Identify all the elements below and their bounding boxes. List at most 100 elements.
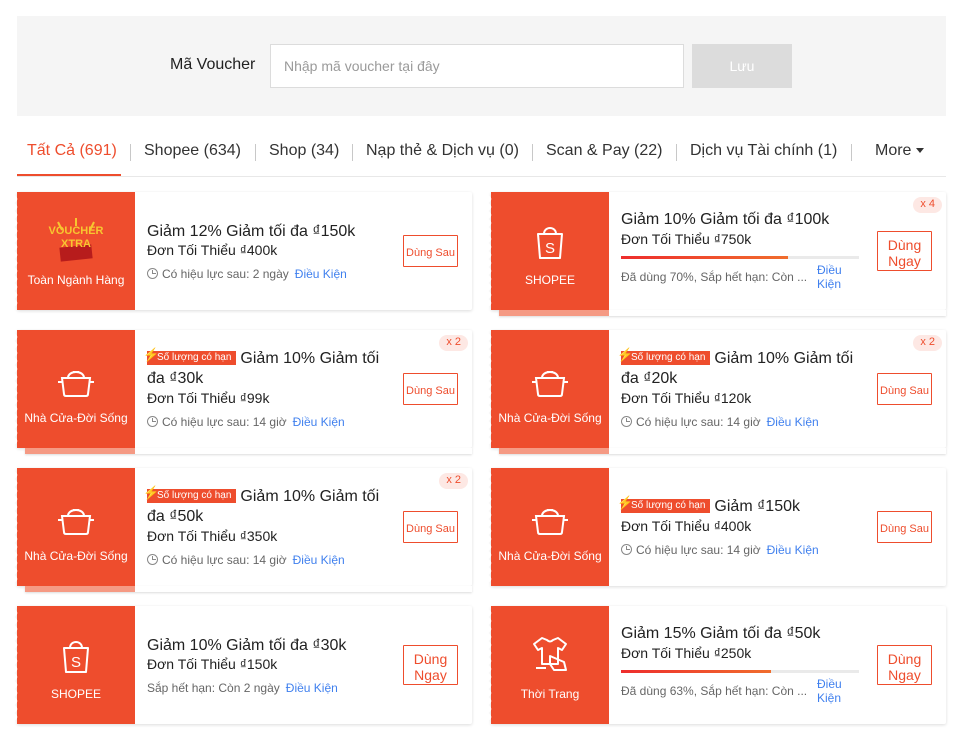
tab-financial-services[interactable]: Dịch vụ Tài chính (1) (690, 142, 837, 160)
tab-divider (851, 144, 852, 161)
voucher-code-bar: Mã Voucher Lưu (17, 16, 946, 116)
voucher-title: ⚡ Số lượng có hạn Giảm 10% Giảm tối đa ₫50… (143, 486, 392, 527)
use-later-button[interactable]: Dùng Sau (403, 235, 458, 267)
use-now-button[interactable]: Dùng Ngay (403, 645, 458, 685)
voucher-stack-edge (25, 448, 472, 454)
tab-divider (352, 144, 353, 161)
usage-progress-bar (621, 670, 859, 673)
tab-more[interactable]: More (875, 142, 925, 160)
use-later-button[interactable]: Dùng Sau (403, 511, 458, 543)
voucher-category-panel: Nhà Cửa-Đời Sống (14, 330, 135, 448)
terms-link[interactable]: Điều Kiện (293, 553, 345, 567)
voucher-meta: Sắp hết hạn: Còn 2 ngày Điều Kiện (147, 681, 338, 695)
terms-link[interactable]: Điều Kiện (767, 543, 819, 557)
voucher-card: Nhà Cửa-Đời Sống ⚡ Số lượng có hạn Giảm 10… (14, 330, 472, 454)
voucher-code-label: Mã Voucher (170, 56, 256, 73)
tab-divider (130, 144, 131, 161)
svg-text:S: S (71, 654, 81, 671)
tab-more-label: More (875, 142, 912, 159)
tab-divider (532, 144, 533, 161)
voucher-quantity-badge: x 2 (439, 335, 468, 351)
voucher-title: ⚡ Số lượng có hạn Giảm ₫150k (617, 496, 866, 517)
terms-link[interactable]: Điều Kiện (286, 681, 338, 695)
use-later-button[interactable]: Dùng Sau (877, 511, 932, 543)
clock-icon (147, 268, 158, 279)
voucher-meta: Có hiệu lực sau: 2 ngày Điều Kiện (147, 267, 347, 281)
voucher-card: VOUCHER XTRA Toàn Ngành Hàng Giảm 12% Gi… (14, 192, 472, 310)
lightning-icon: ⚡ (617, 347, 634, 362)
tab-shopee[interactable]: Shopee (634) (144, 142, 241, 160)
voucher-card: S SHOPEE Giảm 10% Giảm tối đa ₫100k Đơn … (488, 192, 946, 316)
svg-text:S: S (545, 240, 555, 257)
voucher-title: Giảm 15% Giảm tối đa ₫50k (621, 625, 821, 642)
voucher-code-input[interactable] (270, 44, 684, 88)
voucher-body: ⚡ Số lượng có hạn Giảm ₫150k Đơn Tối Thiểu… (617, 468, 861, 586)
limited-quantity-label: Số lượng có hạn (631, 500, 706, 511)
voucher-title-text: Giảm ₫150k (714, 498, 800, 515)
tab-topup-services[interactable]: Nạp thẻ & Dịch vụ (0) (366, 142, 519, 160)
clock-icon (621, 544, 632, 555)
limited-quantity-label: Số lượng có hạn (631, 352, 706, 363)
terms-link[interactable]: Điều Kiện (767, 415, 819, 429)
tab-divider (676, 144, 677, 161)
voucher-title: Giảm 12% Giảm tối đa ₫150k (147, 223, 356, 240)
voucher-validity: Sắp hết hạn: Còn 2 ngày (147, 681, 280, 695)
voucher-card: Nhà Cửa-Đời Sống ⚡ Số lượng có hạn Giảm 10… (488, 330, 946, 454)
tab-scan-pay[interactable]: Scan & Pay (22) (546, 142, 663, 160)
terms-link[interactable]: Điều Kiện (295, 267, 347, 281)
voucher-meta: Có hiệu lực sau: 14 giờ Điều Kiện (147, 553, 345, 567)
voucher-category-panel: Thời Trang (488, 606, 609, 724)
voucher-category-panel: S SHOPEE (488, 192, 609, 310)
voucher-xtra-logo-text: VOUCHER XTRA (48, 225, 104, 250)
voucher-category-label: Nhà Cửa-Đời Sống (24, 549, 128, 563)
voucher-min-spend: Đơn Tối Thiểu ₫400k (621, 518, 752, 534)
voucher-category-label: Toàn Ngành Hàng (27, 273, 125, 287)
voucher-category-panel: VOUCHER XTRA Toàn Ngành Hàng (14, 192, 135, 310)
use-now-button[interactable]: Dùng Ngay (877, 231, 932, 271)
voucher-quantity-badge: x 2 (439, 473, 468, 489)
voucher-validity: Có hiệu lực sau: 14 giờ (636, 415, 761, 429)
voucher-category-label: SHOPEE (524, 273, 575, 287)
voucher-category-panel: S SHOPEE (14, 606, 135, 724)
voucher-min-spend: Đơn Tối Thiểu ₫350k (147, 528, 278, 544)
voucher-stack-edge (499, 448, 946, 454)
usage-progress-fill (621, 670, 771, 673)
limited-quantity-label: Số lượng có hạn (157, 490, 232, 501)
terms-link[interactable]: Điều Kiện (817, 677, 847, 705)
voucher-quantity-badge: x 4 (913, 197, 942, 213)
voucher-category-panel: Nhà Cửa-Đời Sống (14, 468, 135, 586)
voucher-category-panel: Nhà Cửa-Đời Sống (488, 330, 609, 448)
voucher-validity: Có hiệu lực sau: 14 giờ (636, 543, 761, 557)
shopee-bag-icon: S (63, 641, 89, 673)
voucher-usage: Đã dùng 70%, Sắp hết hạn: Còn ... (621, 270, 808, 284)
terms-link[interactable]: Điều Kiện (817, 263, 847, 291)
voucher-usage: Đã dùng 63%, Sắp hết hạn: Còn ... (621, 684, 808, 698)
voucher-quantity-badge: x 2 (913, 335, 942, 351)
use-later-button[interactable]: Dùng Sau (403, 373, 458, 405)
use-later-button[interactable]: Dùng Sau (877, 373, 932, 405)
voucher-validity: Có hiệu lực sau: 14 giờ (162, 553, 287, 567)
use-now-button[interactable]: Dùng Ngay (877, 645, 932, 685)
limited-quantity-tag: ⚡ Số lượng có hạn (617, 496, 711, 513)
voucher-meta: Có hiệu lực sau: 14 giờ Điều Kiện (147, 415, 345, 429)
voucher-card: S SHOPEE Giảm 10% Giảm tối đa ₫30k Đơn T… (14, 606, 472, 724)
limited-quantity-tag: ⚡ Số lượng có hạn (617, 348, 711, 365)
voucher-category-panel: Nhà Cửa-Đời Sống (488, 468, 609, 586)
tab-all[interactable]: Tất Cả (691) (27, 142, 117, 160)
shopee-bag-icon: S (537, 227, 563, 259)
clock-icon (147, 554, 158, 565)
usage-progress-fill (621, 256, 788, 259)
terms-link[interactable]: Điều Kiện (293, 415, 345, 429)
voucher-min-spend: Đơn Tối Thiểu ₫150k (147, 656, 278, 672)
voucher-stack-edge (499, 310, 946, 316)
voucher-category-label: Nhà Cửa-Đời Sống (498, 549, 602, 563)
voucher-category-label: Nhà Cửa-Đời Sống (498, 411, 602, 425)
tab-shop[interactable]: Shop (34) (269, 142, 339, 160)
voucher-tabs: Tất Cả (691) Shopee (634) Shop (34) Nạp … (17, 130, 946, 177)
voucher-category-label: SHOPEE (50, 687, 101, 701)
fashion-clothes-icon (533, 637, 567, 671)
caret-down-icon (916, 148, 925, 153)
save-voucher-button[interactable]: Lưu (692, 44, 792, 88)
voucher-body: Giảm 15% Giảm tối đa ₫50k Đơn Tối Thiểu … (621, 606, 861, 724)
lightning-icon: ⚡ (143, 485, 160, 500)
